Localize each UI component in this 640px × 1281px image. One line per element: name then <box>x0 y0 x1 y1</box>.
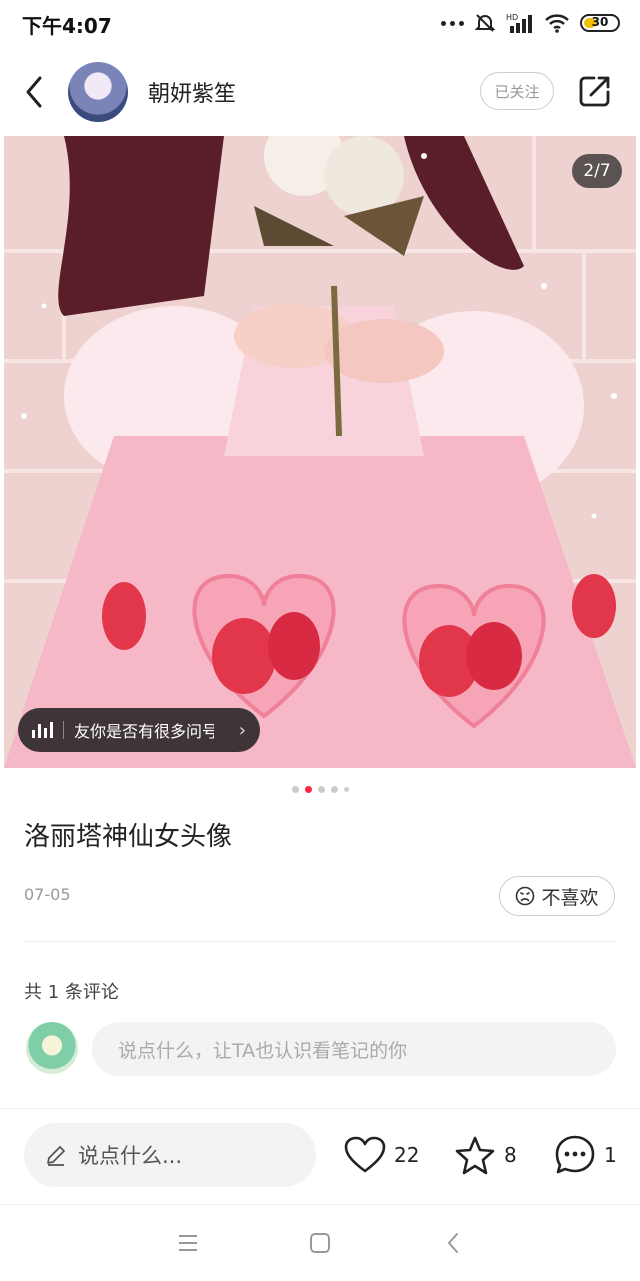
network-label: HD <box>506 13 518 22</box>
bottom-action-bar: 说点什么... 22 8 1 <box>0 1108 640 1205</box>
chat-bubble-icon <box>555 1135 595 1174</box>
comment-count-action: 1 <box>604 1143 617 1167</box>
pager-dot <box>330 786 338 793</box>
image-pager <box>0 786 640 793</box>
favorite-count: 8 <box>504 1143 517 1167</box>
dislike-button[interactable]: 不喜欢 <box>499 876 615 916</box>
heart-icon <box>344 1136 386 1173</box>
share-icon[interactable] <box>578 74 612 108</box>
divider <box>24 941 616 942</box>
comment-input[interactable]: 说点什么，让TA也认识看笔记的你 <box>92 1022 616 1076</box>
note-header: 朝妍紫笙 已关注 <box>0 56 640 128</box>
battery-level: 30 <box>591 15 609 29</box>
audio-bars-icon <box>32 722 53 738</box>
status-bar: 下午4:07 HD 30 <box>0 0 640 46</box>
like-button[interactable]: 22 <box>344 1133 419 1177</box>
image-counter: 2/7 <box>572 154 622 188</box>
note-image[interactable]: 2/7 友你是否有很多问号 › <box>4 136 636 768</box>
status-time: 下午4:07 <box>22 14 112 38</box>
like-count: 22 <box>394 1143 420 1167</box>
pencil-icon <box>47 1146 65 1166</box>
pager-dot <box>343 787 349 792</box>
menu-icon[interactable] <box>176 1231 200 1255</box>
wifi-icon <box>545 14 569 33</box>
favorite-button[interactable]: 8 <box>454 1133 517 1177</box>
comment-button[interactable]: 1 <box>554 1133 617 1177</box>
say-placeholder: 说点什么... <box>78 1144 183 1168</box>
pager-dot <box>317 786 325 793</box>
pager-dot-active <box>304 786 312 793</box>
home-icon[interactable] <box>308 1231 332 1255</box>
music-title: 友你是否有很多问号 <box>74 722 214 741</box>
back-icon[interactable] <box>20 74 50 110</box>
battery-icon: 30 <box>580 14 620 32</box>
chevron-right-icon: › <box>238 719 246 741</box>
comment-count: 共 1 条评论 <box>24 982 119 1003</box>
dislike-label: 不喜欢 <box>541 886 599 909</box>
more-dots-icon <box>441 20 464 26</box>
follow-button[interactable]: 已关注 <box>480 72 554 110</box>
system-nav-bar <box>0 1204 640 1281</box>
mute-icon <box>474 14 496 32</box>
pager-dot <box>291 786 299 793</box>
back-nav-icon[interactable] <box>442 1231 466 1255</box>
note-title: 洛丽塔神仙女头像 <box>24 822 233 852</box>
note-date: 07-05 <box>24 885 71 904</box>
sad-face-icon <box>516 886 535 906</box>
star-icon <box>455 1136 495 1175</box>
author-name[interactable]: 朝妍紫笙 <box>148 76 236 108</box>
music-tag[interactable]: 友你是否有很多问号 › <box>18 708 260 752</box>
author-avatar[interactable] <box>68 62 128 122</box>
say-something-input[interactable]: 说点什么... <box>24 1123 316 1187</box>
current-user-avatar[interactable] <box>26 1022 78 1074</box>
image-illustration <box>4 136 636 768</box>
signal-icon: HD <box>506 13 532 33</box>
status-icons: HD 30 <box>441 10 620 36</box>
